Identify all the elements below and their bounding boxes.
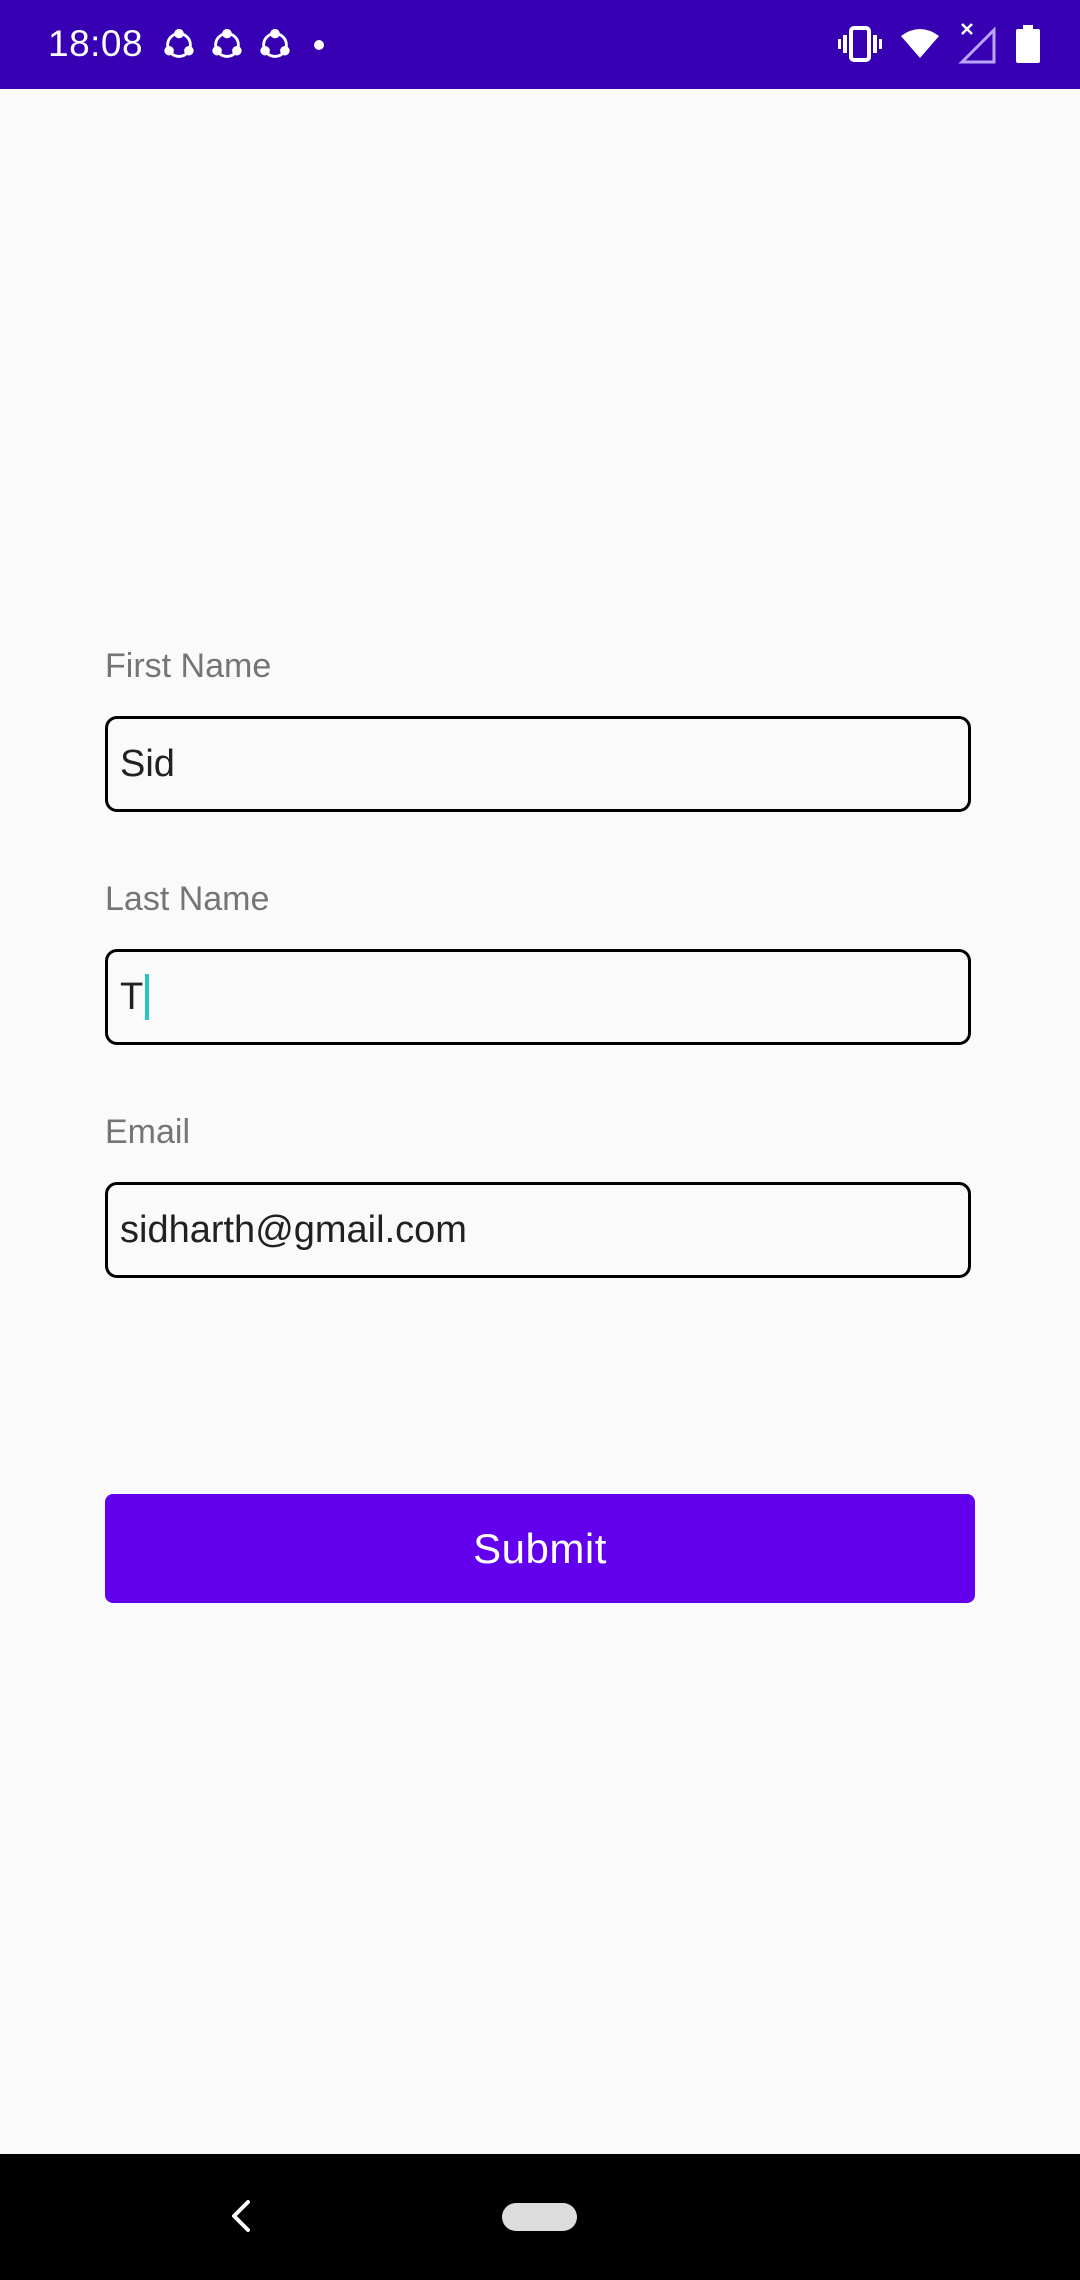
email-field[interactable]: sidharth@gmail.com [105, 1182, 971, 1278]
last-name-field[interactable]: T [105, 949, 971, 1045]
status-time: 18:08 [48, 23, 144, 64]
dot-icon [314, 40, 324, 50]
text-cursor [145, 974, 150, 1020]
navigation-bar [0, 2154, 1080, 2280]
email-label: Email [105, 1113, 191, 1151]
first-name-value: Sid [120, 742, 175, 785]
share-icon [212, 28, 242, 58]
vibrate-icon [838, 26, 882, 62]
system-icons [838, 18, 1040, 70]
share-icon [164, 28, 194, 58]
first-name-field[interactable]: Sid [105, 716, 971, 812]
signal-no-data-icon [958, 23, 996, 64]
last-name-label: Last Name [105, 880, 270, 918]
wifi-icon [901, 29, 939, 58]
home-pill-icon[interactable] [502, 2203, 577, 2231]
notification-icons [160, 20, 324, 70]
submit-button[interactable]: Submit [105, 1494, 975, 1603]
last-name-value: T [120, 975, 144, 1018]
email-value: sidharth@gmail.com [120, 1208, 467, 1251]
back-icon[interactable] [226, 2198, 256, 2234]
battery-icon [1016, 25, 1040, 63]
status-bar: 18:08 [0, 0, 1080, 89]
first-name-label: First Name [105, 647, 272, 685]
share-icon [260, 28, 290, 58]
